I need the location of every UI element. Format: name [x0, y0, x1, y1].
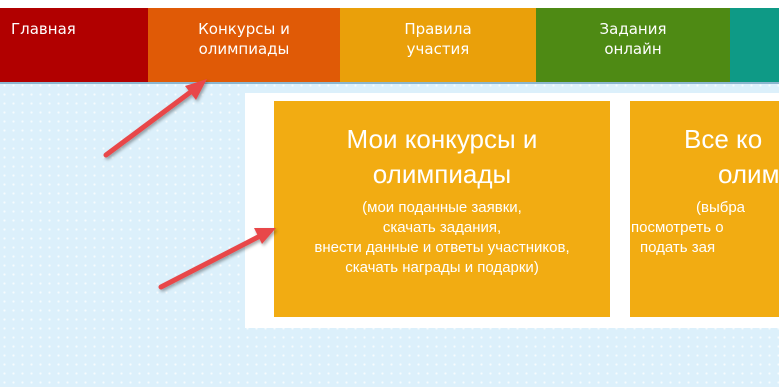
annotation-layer — [103, 79, 276, 290]
arrow-to-contests-icon — [103, 79, 207, 158]
arrow-to-my-contests-icon — [158, 228, 276, 290]
